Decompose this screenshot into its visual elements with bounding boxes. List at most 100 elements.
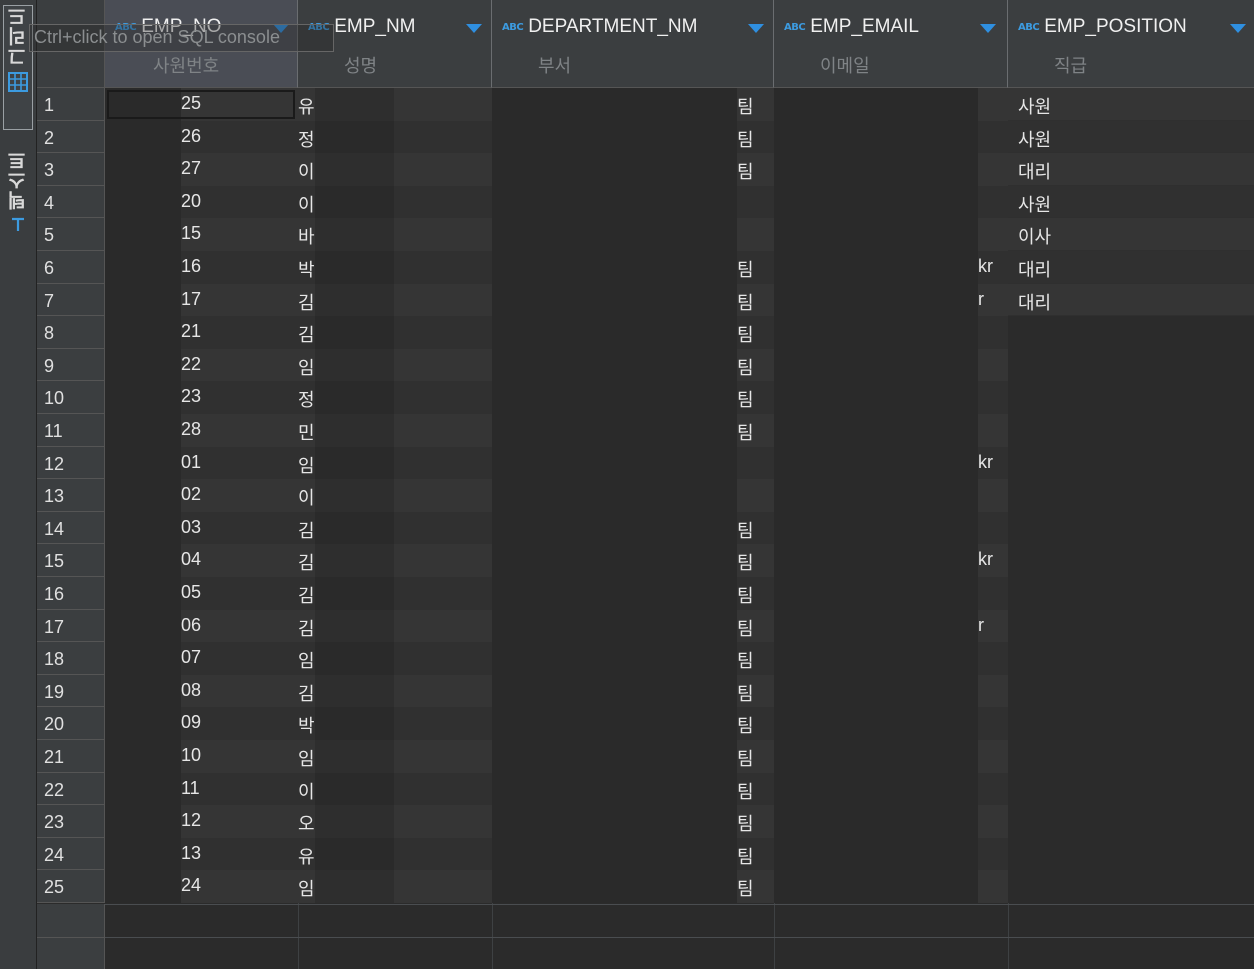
row-number[interactable]: 1	[37, 88, 105, 121]
cell-emp-no[interactable]: 03	[181, 511, 298, 545]
row-number[interactable]: 24	[37, 837, 105, 871]
row-number[interactable]: 7	[37, 283, 105, 317]
cell-department-nm[interactable]: 팀	[737, 740, 774, 773]
cell-emp-position[interactable]	[1008, 870, 1254, 903]
cell-emp-nm[interactable]: 김	[298, 511, 315, 545]
cell-emp-no[interactable]: 13	[181, 837, 298, 871]
cell-department-nm[interactable]: 팀	[737, 88, 774, 121]
cell-department-nm[interactable]	[737, 446, 774, 480]
cell-emp-email[interactable]	[978, 153, 1008, 186]
cell-emp-nm[interactable]: 김	[298, 577, 315, 610]
cell-emp-nm[interactable]: 임	[298, 446, 315, 480]
cell-emp-position[interactable]: 사원	[1008, 185, 1254, 219]
cell-emp-position[interactable]	[1008, 511, 1254, 545]
sort-dropdown-icon[interactable]	[466, 24, 482, 33]
cell-emp-nm[interactable]: 김	[298, 283, 315, 317]
cell-department-nm[interactable]	[737, 479, 774, 512]
cell-emp-nm[interactable]: 임	[298, 870, 315, 903]
cell-emp-no[interactable]: 08	[181, 674, 298, 708]
cell-emp-email[interactable]: r	[978, 283, 1008, 317]
cell-emp-email[interactable]	[978, 218, 1008, 251]
tab-text[interactable]: 텍스트	[3, 150, 33, 250]
cell-emp-no[interactable]: 05	[181, 577, 298, 610]
sort-dropdown-icon[interactable]	[1230, 24, 1246, 33]
table-row[interactable]: 2 26 정 팀 사원	[37, 120, 1254, 154]
cell-emp-nm[interactable]: 김	[298, 674, 315, 708]
row-number[interactable]: 3	[37, 153, 105, 186]
cell-emp-position[interactable]	[1008, 772, 1254, 806]
cell-emp-nm[interactable]: 민	[298, 414, 315, 447]
cell-emp-position[interactable]	[1008, 381, 1254, 414]
cell-emp-position[interactable]	[1008, 348, 1254, 382]
cell-department-nm[interactable]: 팀	[737, 414, 774, 447]
cell-emp-email[interactable]	[978, 707, 1008, 740]
table-row[interactable]: 10 23 정 팀	[37, 381, 1254, 414]
cell-emp-no[interactable]: 11	[181, 772, 298, 806]
cell-emp-position[interactable]	[1008, 837, 1254, 871]
cell-emp-email[interactable]: r	[978, 609, 1008, 643]
cell-department-nm[interactable]: 팀	[737, 544, 774, 577]
table-row[interactable]: 13 02 이	[37, 479, 1254, 512]
cell-emp-no[interactable]: 15	[181, 218, 298, 251]
cell-emp-no[interactable]: 10	[181, 740, 298, 773]
row-number[interactable]: 21	[37, 740, 105, 773]
row-number[interactable]: 23	[37, 805, 105, 838]
cell-department-nm[interactable]: 팀	[737, 805, 774, 838]
cell-emp-email[interactable]	[978, 316, 1008, 349]
cell-department-nm[interactable]: 팀	[737, 642, 774, 675]
cell-emp-nm[interactable]: 오	[298, 805, 315, 838]
table-row[interactable]: 24 13 유 팀	[37, 837, 1254, 871]
cell-emp-position[interactable]	[1008, 609, 1254, 643]
table-row[interactable]: 15 04 김 팀 kr	[37, 544, 1254, 577]
row-number[interactable]: 20	[37, 707, 105, 740]
table-row[interactable]: 9 22 임 팀	[37, 348, 1254, 382]
cell-emp-position[interactable]	[1008, 479, 1254, 512]
row-number[interactable]: 17	[37, 609, 105, 643]
cell-department-nm[interactable]	[737, 218, 774, 251]
cell-emp-no[interactable]: 12	[181, 805, 298, 838]
cell-emp-no[interactable]: 24	[181, 870, 298, 903]
row-number[interactable]: 12	[37, 446, 105, 480]
cell-emp-email[interactable]	[978, 740, 1008, 773]
row-number[interactable]: 13	[37, 479, 105, 512]
column-header-emp-email[interactable]: ABC EMP_EMAIL 이메일	[774, 0, 1008, 88]
table-row[interactable]: 7 17 김 팀 r 대리	[37, 283, 1254, 317]
cell-emp-position[interactable]: 사원	[1008, 88, 1254, 121]
table-row[interactable]: 17 06 김 팀 r	[37, 609, 1254, 643]
cell-emp-email[interactable]	[978, 120, 1008, 154]
cell-emp-no[interactable]: 26	[181, 120, 298, 154]
cell-emp-nm[interactable]: 임	[298, 348, 315, 382]
cell-emp-no[interactable]: 22	[181, 348, 298, 382]
cell-department-nm[interactable]: 팀	[737, 511, 774, 545]
cell-department-nm[interactable]: 팀	[737, 283, 774, 317]
cell-department-nm[interactable]: 팀	[737, 381, 774, 414]
row-number[interactable]: 6	[37, 251, 105, 284]
cell-emp-no[interactable]: 23	[181, 381, 298, 414]
cell-emp-no[interactable]: 06	[181, 609, 298, 643]
cell-emp-position[interactable]: 이사	[1008, 218, 1254, 251]
cell-department-nm[interactable]: 팀	[737, 153, 774, 186]
table-row[interactable]: 8 21 김 팀	[37, 316, 1254, 349]
sort-dropdown-icon[interactable]	[748, 24, 764, 33]
table-row[interactable]: 20 09 박 팀	[37, 707, 1254, 740]
cell-emp-email[interactable]: kr	[978, 251, 1008, 284]
cell-emp-email[interactable]	[978, 348, 1008, 382]
cell-emp-position[interactable]	[1008, 414, 1254, 447]
cell-emp-position[interactable]	[1008, 642, 1254, 675]
row-number[interactable]: 18	[37, 642, 105, 675]
row-number[interactable]: 22	[37, 772, 105, 806]
table-row[interactable]: 25 24 임 팀	[37, 870, 1254, 903]
cell-emp-no[interactable]: 25	[181, 88, 298, 121]
cell-emp-no[interactable]: 04	[181, 544, 298, 577]
cell-department-nm[interactable]: 팀	[737, 674, 774, 708]
cell-emp-no[interactable]: 27	[181, 153, 298, 186]
cell-emp-nm[interactable]: 임	[298, 642, 315, 675]
cell-emp-position[interactable]: 대리	[1008, 283, 1254, 317]
table-row[interactable]: 19 08 김 팀	[37, 674, 1254, 708]
table-row[interactable]: 11 28 민 팀	[37, 414, 1254, 447]
cell-emp-no[interactable]: 17	[181, 283, 298, 317]
column-header-emp-position[interactable]: ABC EMP_POSITION 직급	[1008, 0, 1254, 88]
cell-emp-no[interactable]: 01	[181, 446, 298, 480]
cell-department-nm[interactable]	[737, 185, 774, 219]
row-number[interactable]: 19	[37, 674, 105, 708]
